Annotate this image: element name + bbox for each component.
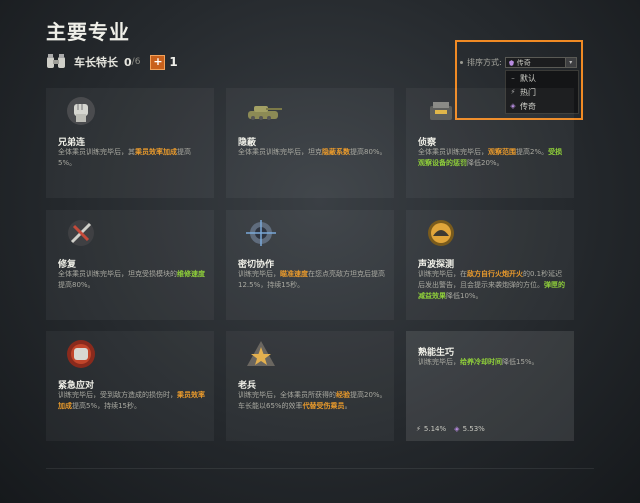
skill-description: 训练完毕后，给养冷却时间降低15%。 <box>418 357 568 368</box>
sort-control: 排序方式: 传奇 ▾ <box>460 57 577 68</box>
skill-card-emergency[interactable]: 紧急应对 训练完毕后，受到敌方造成的损伤时，乘员效率加成提高5%，持续15秒。 <box>46 331 214 441</box>
skill-card-repair[interactable]: 修复 全体乘员训练完毕后，坦克受损模块的维修速度提高80%。 <box>46 210 214 320</box>
highlight-text: 代替受伤乘员 <box>302 402 345 410</box>
description-text: 全体乘员训练完毕后，坦克 <box>238 148 322 156</box>
description-text: 提高80%。 <box>58 281 95 289</box>
skill-card-close-combat[interactable]: 密切协作 训练完毕后，瞄准速度在您点亮敌方坦克后提高12.5%，持续15秒。 <box>226 210 394 320</box>
description-text: 训练完毕后，受到敌方造成的损伤时， <box>58 391 177 399</box>
crew-skill-label: 车长特长 <box>74 56 118 69</box>
skill-card-recon[interactable]: 侦察 全体乘员训练完毕后，观察范围提高2%。受损观察设备的惩罚降低20%。 <box>406 88 574 198</box>
sort-dropdown[interactable]: 传奇 ▾ <box>504 57 577 68</box>
sort-bullet <box>460 61 463 64</box>
skill-description: 全体乘员训练完毕后，其乘员效率加成提高5%。 <box>58 147 208 169</box>
skill-card-veteran[interactable]: 老兵 训练完毕后，全体乘员所获得的经验提高20%。车长能以65%的效率代替受伤乘… <box>226 331 394 441</box>
highlight-text: 隐蔽系数 <box>322 148 350 156</box>
crew-skill-total: /6 <box>131 57 141 67</box>
highlight-text: 敌方自行火炮开火 <box>467 270 523 278</box>
crosshair-icon <box>244 218 278 248</box>
description-text: 训练完毕后，在 <box>418 270 467 278</box>
description-text: 降低20%。 <box>467 159 504 167</box>
skill-description: 全体乘员训练完毕后，坦克受损模块的维修速度提高80%。 <box>58 269 208 291</box>
skill-description: 训练完毕后，瞄准速度在您点亮敌方坦克后提高12.5%，持续15秒。 <box>238 269 388 291</box>
highlight-text: 维修速度 <box>177 270 205 278</box>
skill-card-camouflage[interactable]: 隐蔽 全体乘员训练完毕后，坦克隐蔽系数提高80%。 <box>226 88 394 198</box>
legendary-icon <box>508 59 514 66</box>
description-text: 全体乘员训练完毕后，坦克受损模块的 <box>58 270 177 278</box>
description-text: 提高2%。 <box>516 148 549 156</box>
page-title: 主要专业 <box>46 20 130 44</box>
sort-selected-value: 传奇 <box>516 58 531 67</box>
skill-card-sound-detection[interactable]: 声波探测 训练完毕后，在敌方自行火炮开火的0.1秒延迟后发出警告，且会提示来袭炮… <box>406 210 574 320</box>
sort-label: 排序方式: <box>467 58 502 67</box>
highlight-text: 给养冷却时间 <box>460 358 502 366</box>
skill-description: 训练完毕后，全体乘员所获得的经验提高20%。车长能以65%的效率代替受伤乘员。 <box>238 390 388 412</box>
description-text: 降低15%。 <box>502 358 539 366</box>
burst-fist-icon <box>64 339 98 369</box>
add-skill-button[interactable]: + <box>150 54 166 70</box>
description-text: 降低10%。 <box>446 292 483 300</box>
skill-description: 训练完毕后，受到敌方造成的损伤时，乘员效率加成提高5%，持续15秒。 <box>58 390 208 412</box>
fist-icon <box>64 96 98 126</box>
highlight-text: 乘员效率加成 <box>135 148 177 156</box>
star-icon <box>244 339 278 369</box>
crew-skill-count: 0 <box>124 55 132 69</box>
description-text: 全体乘员训练完毕后， <box>418 148 488 156</box>
wrench-icon <box>64 218 98 248</box>
binoculars-icon <box>46 54 66 70</box>
description-text: 训练完毕后，全体乘员所获得的 <box>238 391 336 399</box>
skill-card-practice-makes-perfect[interactable]: 熟能生巧 训练完毕后，给养冷却时间降低15%。 ⚡ 5.14% ◈ 5.53% <box>406 331 574 441</box>
popular-icon: ⚡ <box>416 425 421 433</box>
description-text: 。 <box>344 402 352 410</box>
popular-rate: 5.14% <box>423 425 447 433</box>
skill-points-value: 1 <box>169 55 178 69</box>
dash-icon: – <box>511 74 515 82</box>
description-text: 全体乘员训练完毕后，其 <box>58 148 135 156</box>
crew-skill-counter: 车长特长 0 /6 + 1 <box>46 53 178 71</box>
skill-stats: ⚡ 5.14% ◈ 5.53% <box>416 425 485 433</box>
periscope-icon <box>424 96 458 126</box>
divider <box>46 468 594 469</box>
skill-description: 全体乘员训练完毕后，观察范围提高2%。受损观察设备的惩罚降低20%。 <box>418 147 568 169</box>
sort-option-default[interactable]: – 默认 <box>506 71 578 85</box>
highlight-text: 经验 <box>336 391 350 399</box>
skill-description: 训练完毕后，在敌方自行火炮开火的0.1秒延迟后发出警告，且会提示来袭炮弹的方位。… <box>418 269 568 302</box>
legendary-rate: 5.53% <box>462 425 485 433</box>
description-text: 提高80%。 <box>350 148 387 156</box>
legendary-icon: ◈ <box>454 425 460 433</box>
description-text: 训练完毕后， <box>418 358 460 366</box>
radar-icon <box>424 218 458 248</box>
description-text: 提高5%，持续15秒。 <box>72 402 142 410</box>
highlight-text: 观察范围 <box>488 148 516 156</box>
skill-card-brothers-in-arms[interactable]: 兄弟连 全体乘员训练完毕后，其乘员效率加成提高5%。 <box>46 88 214 198</box>
skill-description: 全体乘员训练完毕后，坦克隐蔽系数提高80%。 <box>238 147 388 158</box>
description-text: 训练完毕后， <box>238 270 280 278</box>
chevron-down-icon[interactable]: ▾ <box>564 58 576 67</box>
camouflage-tank-icon <box>244 96 282 126</box>
sort-option-label: 默认 <box>520 73 536 83</box>
highlight-text: 瞄准速度 <box>280 270 308 278</box>
